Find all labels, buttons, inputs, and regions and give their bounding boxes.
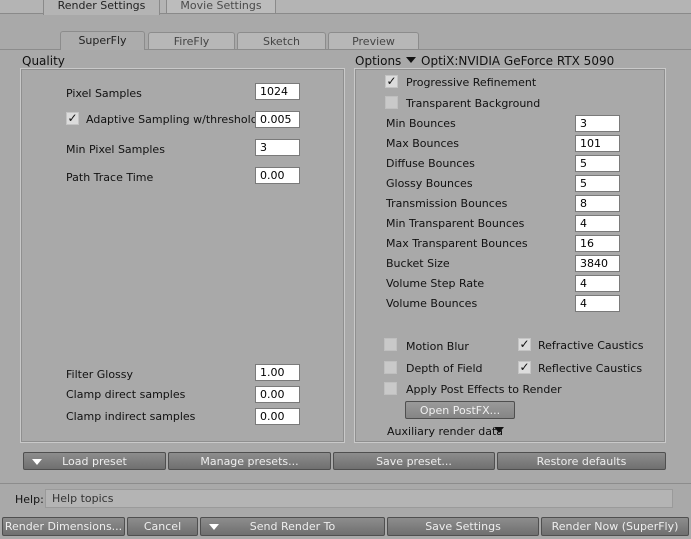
depth-of-field-label: Depth of Field	[406, 362, 483, 375]
cancel-button[interactable]: Cancel	[127, 517, 198, 536]
pixel-samples-label: Pixel Samples	[66, 87, 142, 100]
bounce-label: Min Bounces	[386, 117, 456, 130]
bounce-value-field[interactable]: 3840	[575, 255, 620, 272]
pixel-samples-field[interactable]: 1024	[255, 83, 300, 100]
bounce-label: Diffuse Bounces	[386, 157, 475, 170]
progressive-refinement-checkbox[interactable]: ✓	[385, 75, 398, 88]
adaptive-threshold-field[interactable]: 0.005	[255, 111, 300, 128]
clamp-direct-label: Clamp direct samples	[66, 388, 186, 401]
bounce-value-field[interactable]: 5	[575, 175, 620, 192]
bounce-label: Max Bounces	[386, 137, 460, 150]
help-label: Help:	[15, 493, 44, 506]
clamp-indirect-label: Clamp indirect samples	[66, 410, 196, 423]
save-settings-button[interactable]: Save Settings	[387, 517, 539, 536]
open-postfx-button[interactable]: Open PostFX...	[405, 401, 515, 419]
help-topics-box[interactable]: Help topics	[45, 489, 673, 508]
clamp-direct-field[interactable]: 0.00	[255, 386, 300, 403]
bounce-value-field[interactable]: 8	[575, 195, 620, 212]
help-divider	[0, 483, 691, 484]
filter-glossy-field[interactable]: 1.00	[255, 364, 300, 381]
device-dropdown-icon[interactable]	[406, 57, 416, 63]
send-render-dropdown-icon	[209, 524, 219, 530]
bounce-value-field[interactable]: 101	[575, 135, 620, 152]
transparent-background-label: Transparent Background	[406, 97, 541, 110]
auxiliary-render-data-label[interactable]: Auxiliary render data	[387, 425, 503, 438]
bounce-value-field[interactable]: 4	[575, 275, 620, 292]
bounce-label: Min Transparent Bounces	[386, 217, 525, 230]
manage-presets-button[interactable]: Manage presets...	[168, 452, 331, 470]
motion-blur-label: Motion Blur	[406, 340, 469, 353]
tab-render-settings[interactable]: Render Settings	[43, 0, 160, 15]
tab-sketch[interactable]: Sketch	[237, 32, 326, 49]
bounce-label: Max Transparent Bounces	[386, 237, 528, 250]
path-trace-time-field[interactable]: 0.00	[255, 167, 300, 184]
tab-firefly[interactable]: FireFly	[148, 32, 235, 49]
load-preset-label: Load preset	[62, 455, 127, 468]
clamp-indirect-field[interactable]: 0.00	[255, 408, 300, 425]
render-now-button[interactable]: Render Now (SuperFly)	[541, 517, 689, 536]
auxiliary-dropdown-icon[interactable]	[494, 427, 504, 433]
post-effects-label: Apply Post Effects to Render	[406, 383, 562, 396]
send-render-to-button[interactable]: Send Render To	[200, 517, 385, 536]
tab-movie-settings[interactable]: Movie Settings	[166, 0, 276, 14]
adaptive-sampling-label: Adaptive Sampling w/threshold:	[86, 113, 262, 126]
reflective-caustics-label: Reflective Caustics	[538, 362, 643, 375]
bounce-label: Bucket Size	[386, 257, 450, 270]
bounce-label: Volume Bounces	[386, 297, 478, 310]
depth-of-field-checkbox[interactable]	[384, 361, 397, 374]
progressive-refinement-label: Progressive Refinement	[406, 76, 537, 89]
options-title: Options	[355, 54, 402, 68]
device-select[interactable]: OptiX:NVIDIA GeForce RTX 5090	[421, 54, 614, 68]
bounce-label: Volume Step Rate	[386, 277, 485, 290]
render-dimensions-button[interactable]: Render Dimensions...	[2, 517, 125, 536]
load-preset-button[interactable]: Load preset	[23, 452, 166, 470]
path-trace-time-label: Path Trace Time	[66, 171, 154, 184]
save-preset-button[interactable]: Save preset...	[333, 452, 495, 470]
quality-title: Quality	[22, 54, 65, 68]
filter-glossy-label: Filter Glossy	[66, 368, 134, 381]
tab-preview[interactable]: Preview	[328, 32, 419, 49]
bounce-value-field[interactable]: 4	[575, 295, 620, 312]
motion-blur-checkbox[interactable]	[384, 338, 397, 351]
load-preset-dropdown-icon	[32, 459, 42, 465]
bounce-value-field[interactable]: 16	[575, 235, 620, 252]
refractive-caustics-checkbox[interactable]: ✓	[518, 338, 531, 351]
transparent-background-checkbox[interactable]	[385, 96, 398, 109]
bounce-value-field[interactable]: 4	[575, 215, 620, 232]
send-render-label: Send Render To	[249, 520, 336, 533]
bounce-label: Glossy Bounces	[386, 177, 473, 190]
reflective-caustics-checkbox[interactable]: ✓	[518, 361, 531, 374]
bounce-label: Transmission Bounces	[386, 197, 508, 210]
bounce-value-field[interactable]: 3	[575, 115, 620, 132]
post-effects-checkbox[interactable]	[384, 382, 397, 395]
restore-defaults-button[interactable]: Restore defaults	[497, 452, 666, 470]
refractive-caustics-label: Refractive Caustics	[538, 339, 644, 352]
min-pixel-samples-label: Min Pixel Samples	[66, 143, 165, 156]
tab-superfly[interactable]: SuperFly	[60, 31, 145, 50]
min-pixel-samples-field[interactable]: 3	[255, 139, 300, 156]
bounce-value-field[interactable]: 5	[575, 155, 620, 172]
adaptive-sampling-checkbox[interactable]: ✓	[66, 112, 79, 125]
